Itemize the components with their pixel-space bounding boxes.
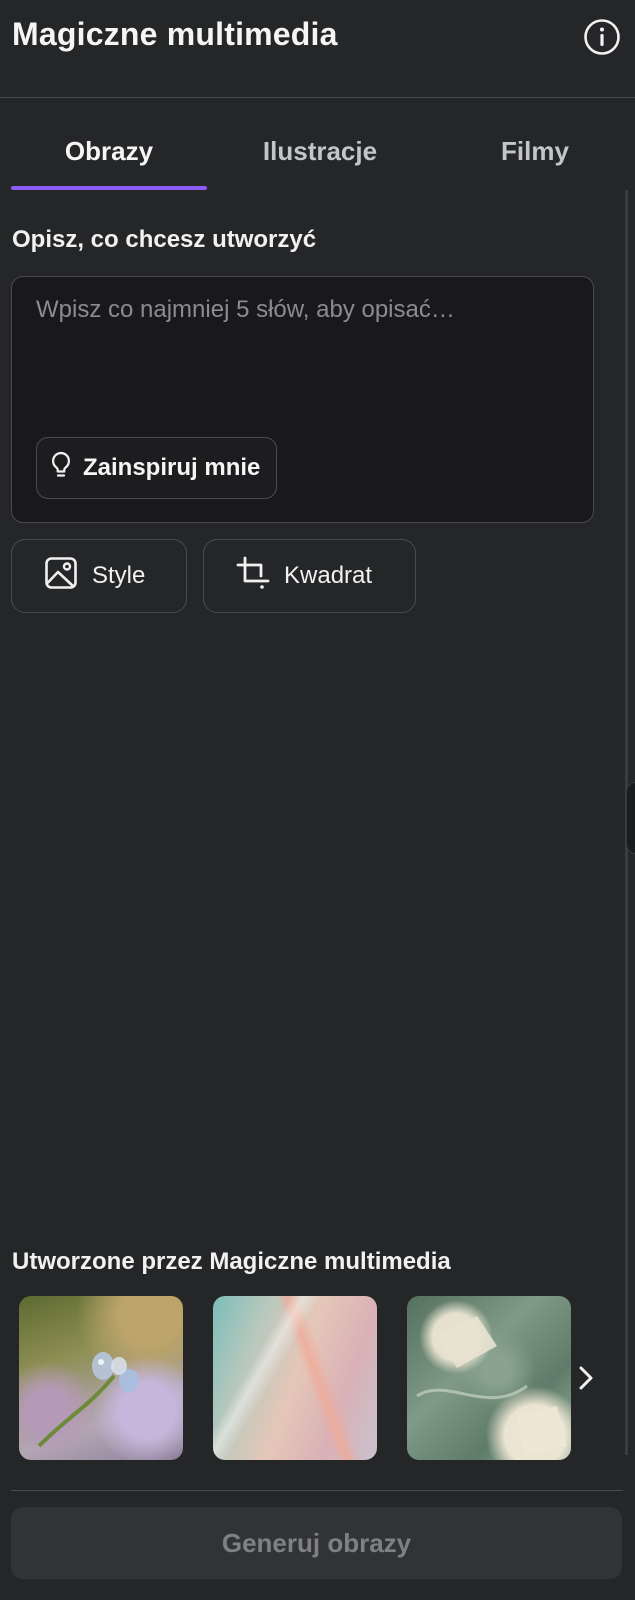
style-button[interactable]: Style bbox=[11, 539, 187, 613]
inspire-me-button[interactable]: Zainspiruj mnie bbox=[36, 437, 278, 499]
example-image-glass-panels[interactable] bbox=[213, 1296, 377, 1460]
inspire-me-label: Zainspiruj mnie bbox=[83, 454, 261, 481]
active-tab-indicator bbox=[11, 186, 207, 190]
lightbulb-icon bbox=[49, 450, 73, 487]
chevron-right-icon[interactable] bbox=[576, 1362, 596, 1394]
gallery-label: Utworzone przez Magiczne multimedia bbox=[12, 1248, 451, 1275]
aspect-ratio-button[interactable]: Kwadrat bbox=[203, 539, 416, 613]
footer-divider bbox=[11, 1490, 623, 1491]
info-icon[interactable] bbox=[583, 18, 621, 56]
example-image-marble-blocks[interactable] bbox=[407, 1296, 571, 1460]
example-image-dewdrop-flower[interactable] bbox=[19, 1296, 183, 1460]
media-type-tabs: Obrazy Ilustracje Filmy bbox=[0, 120, 635, 190]
panel-header: Magiczne multimedia bbox=[0, 0, 635, 98]
generate-images-button[interactable]: Generuj obrazy bbox=[11, 1507, 622, 1579]
panel-title: Magiczne multimedia bbox=[12, 16, 338, 52]
tab-ilustracje[interactable]: Ilustracje bbox=[220, 136, 420, 167]
tab-filmy[interactable]: Filmy bbox=[435, 136, 635, 167]
side-panel-handle[interactable] bbox=[626, 782, 635, 854]
tab-obrazy[interactable]: Obrazy bbox=[11, 136, 207, 167]
prompt-box: Zainspiruj mnie bbox=[11, 276, 594, 523]
style-label: Style bbox=[92, 562, 146, 589]
magic-media-panel: Magiczne multimedia Obrazy Ilustracje Fi… bbox=[0, 0, 635, 1600]
prompt-input[interactable] bbox=[34, 291, 578, 435]
prompt-label: Opisz, co chcesz utworzyć bbox=[12, 226, 317, 253]
crop-icon bbox=[236, 556, 270, 597]
aspect-ratio-label: Kwadrat bbox=[284, 562, 373, 589]
image-icon bbox=[44, 556, 78, 597]
